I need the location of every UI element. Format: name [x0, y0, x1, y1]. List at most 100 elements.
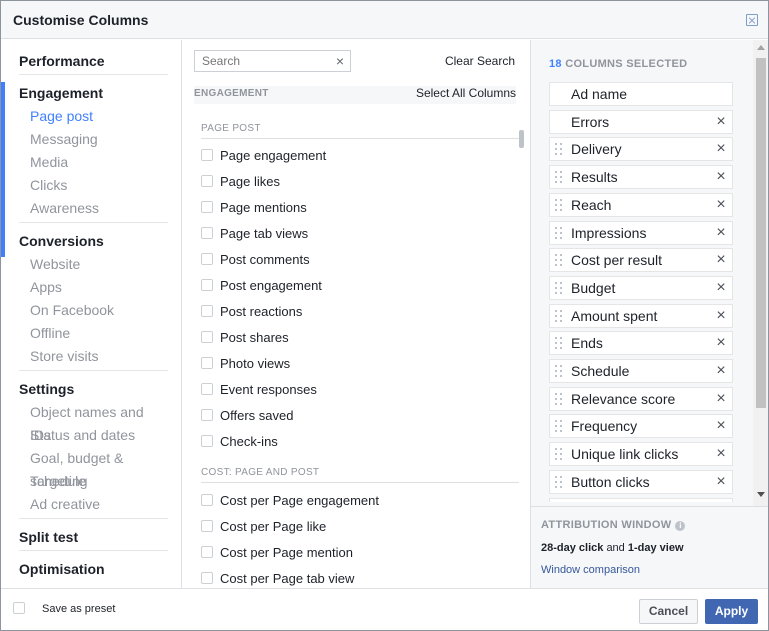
- search-input[interactable]: [202, 54, 322, 68]
- column-checkbox[interactable]: [201, 435, 213, 447]
- column-option-event-responses[interactable]: Event responses: [201, 379, 317, 399]
- selected-column-landing-page-views[interactable]: Landing page views×: [549, 497, 733, 502]
- column-option-page-tab-views[interactable]: Page tab views: [201, 223, 308, 243]
- nav-item-media[interactable]: Media: [19, 151, 168, 174]
- column-checkbox[interactable]: [201, 279, 213, 291]
- selected-column-results[interactable]: Results ×: [549, 165, 733, 190]
- drag-handle-icon[interactable]: [555, 254, 563, 267]
- nav-item-clicks[interactable]: Clicks: [19, 174, 168, 197]
- selected-column-budget[interactable]: Budget ×: [549, 275, 733, 300]
- column-checkbox[interactable]: [201, 357, 213, 369]
- remove-column-icon[interactable]: ×: [712, 446, 730, 462]
- scroll-thumb[interactable]: [756, 58, 766, 408]
- column-checkbox[interactable]: [201, 331, 213, 343]
- drag-handle-icon[interactable]: [555, 143, 563, 156]
- remove-column-icon[interactable]: ×: [712, 363, 730, 379]
- nav-item-goal-budget-schedule[interactable]: Goal, budget & schedule: [19, 447, 168, 489]
- nav-section-title-conversions[interactable]: Conversions: [19, 230, 168, 253]
- drag-handle-icon[interactable]: [555, 475, 563, 488]
- column-checkbox[interactable]: [201, 175, 213, 187]
- drag-handle-icon[interactable]: [555, 226, 563, 239]
- selected-columns-scrollbar[interactable]: [753, 40, 768, 506]
- nav-item-status-and-dates[interactable]: Status and dates: [19, 424, 168, 447]
- column-checkbox[interactable]: [201, 409, 213, 421]
- drag-handle-icon[interactable]: [555, 337, 563, 350]
- close-icon[interactable]: [746, 14, 758, 26]
- nav-item-object-names-and-ids[interactable]: Object names and IDs: [19, 401, 168, 443]
- nav-item-ad-creative[interactable]: Ad creative: [19, 493, 168, 516]
- nav-item-offline[interactable]: Offline: [19, 322, 168, 345]
- nav-item-apps[interactable]: Apps: [19, 276, 168, 299]
- selected-column-cost-per-result[interactable]: Cost per result ×: [549, 248, 733, 273]
- selected-column-relevance-score[interactable]: Relevance score ×: [549, 386, 733, 411]
- nav-item-website[interactable]: Website: [19, 253, 168, 276]
- remove-column-icon[interactable]: ×: [712, 418, 730, 434]
- selected-column-amount-spent[interactable]: Amount spent ×: [549, 303, 733, 328]
- remove-column-icon[interactable]: ×: [712, 501, 730, 502]
- column-checkbox[interactable]: [201, 201, 213, 213]
- remove-column-icon[interactable]: ×: [712, 307, 730, 324]
- selected-column-ad-name[interactable]: Ad name: [549, 82, 733, 106]
- nav-item-on-facebook[interactable]: On Facebook: [19, 299, 168, 322]
- drag-handle-icon[interactable]: [555, 420, 563, 433]
- column-checkbox[interactable]: [201, 149, 213, 161]
- selected-column-impressions[interactable]: Impressions ×: [549, 220, 733, 245]
- remove-column-icon[interactable]: ×: [712, 279, 730, 296]
- nav-section-title-split-test[interactable]: Split test: [19, 526, 168, 549]
- remove-column-icon[interactable]: ×: [712, 196, 730, 213]
- selected-column-reach[interactable]: Reach ×: [549, 192, 733, 217]
- column-option-post-reactions[interactable]: Post reactions: [201, 301, 302, 321]
- apply-button[interactable]: Apply: [705, 599, 758, 624]
- clear-search-link[interactable]: Clear Search: [445, 54, 515, 68]
- search-box[interactable]: ×: [194, 50, 351, 72]
- save-preset-checkbox[interactable]: [13, 602, 25, 614]
- remove-column-icon[interactable]: ×: [712, 390, 730, 407]
- column-checkbox[interactable]: [201, 227, 213, 239]
- column-option-offers-saved[interactable]: Offers saved: [201, 405, 293, 425]
- remove-column-icon[interactable]: ×: [712, 224, 730, 241]
- nav-item-page-post[interactable]: Page post: [19, 105, 168, 128]
- nav-section-title-settings[interactable]: Settings: [19, 378, 168, 401]
- scroll-down-arrow-icon[interactable]: [757, 492, 765, 497]
- nav-item-store-visits[interactable]: Store visits: [19, 345, 168, 368]
- column-checkbox[interactable]: [201, 253, 213, 265]
- column-option-photo-views[interactable]: Photo views: [201, 353, 290, 373]
- column-option-cost-per-page-tab-view[interactable]: Cost per Page tab view: [201, 568, 354, 588]
- window-comparison-link[interactable]: Window comparison: [541, 564, 640, 576]
- column-option-page-engagement[interactable]: Page engagement: [201, 145, 326, 165]
- drag-handle-icon[interactable]: [555, 365, 563, 377]
- column-option-check-ins[interactable]: Check-ins: [201, 431, 278, 451]
- selected-column-delivery[interactable]: Delivery ×: [549, 137, 733, 162]
- nav-section-title-engagement[interactable]: Engagement: [19, 82, 168, 105]
- search-clear-icon[interactable]: ×: [336, 53, 344, 69]
- remove-column-icon[interactable]: ×: [712, 113, 730, 130]
- column-checkbox[interactable]: [201, 572, 213, 584]
- nav-item-messaging[interactable]: Messaging: [19, 128, 168, 151]
- nav-item-targeting[interactable]: Targeting: [19, 470, 168, 493]
- column-option-post-comments[interactable]: Post comments: [201, 249, 310, 269]
- remove-column-icon[interactable]: ×: [712, 252, 730, 268]
- nav-section-title-optimisation[interactable]: Optimisation: [19, 558, 168, 581]
- remove-column-icon[interactable]: ×: [712, 473, 730, 490]
- column-option-page-mentions[interactable]: Page mentions: [201, 197, 307, 217]
- column-option-post-shares[interactable]: Post shares: [201, 327, 289, 347]
- column-checkbox[interactable]: [201, 546, 213, 558]
- drag-handle-icon[interactable]: [555, 171, 563, 184]
- info-icon[interactable]: i: [675, 521, 686, 531]
- selected-column-ends[interactable]: Ends ×: [549, 331, 733, 356]
- column-checkbox[interactable]: [201, 305, 213, 317]
- selected-column-frequency[interactable]: Frequency ×: [549, 414, 733, 439]
- drag-handle-icon[interactable]: [555, 309, 563, 322]
- column-checkbox[interactable]: [201, 494, 213, 506]
- selected-column-errors[interactable]: Errors ×: [549, 109, 733, 134]
- nav-section-title-performance[interactable]: Performance: [19, 50, 168, 73]
- remove-column-icon[interactable]: ×: [712, 141, 730, 157]
- scroll-up-arrow-icon[interactable]: [757, 45, 765, 50]
- column-option-cost-per-page-engagement[interactable]: Cost per Page engagement: [201, 490, 379, 510]
- drag-handle-icon[interactable]: [555, 448, 563, 461]
- column-checkbox[interactable]: [201, 520, 213, 532]
- remove-column-icon[interactable]: ×: [712, 169, 730, 185]
- remove-column-icon[interactable]: ×: [712, 335, 730, 351]
- column-checkbox[interactable]: [201, 383, 213, 395]
- column-option-page-likes[interactable]: Page likes: [201, 171, 280, 191]
